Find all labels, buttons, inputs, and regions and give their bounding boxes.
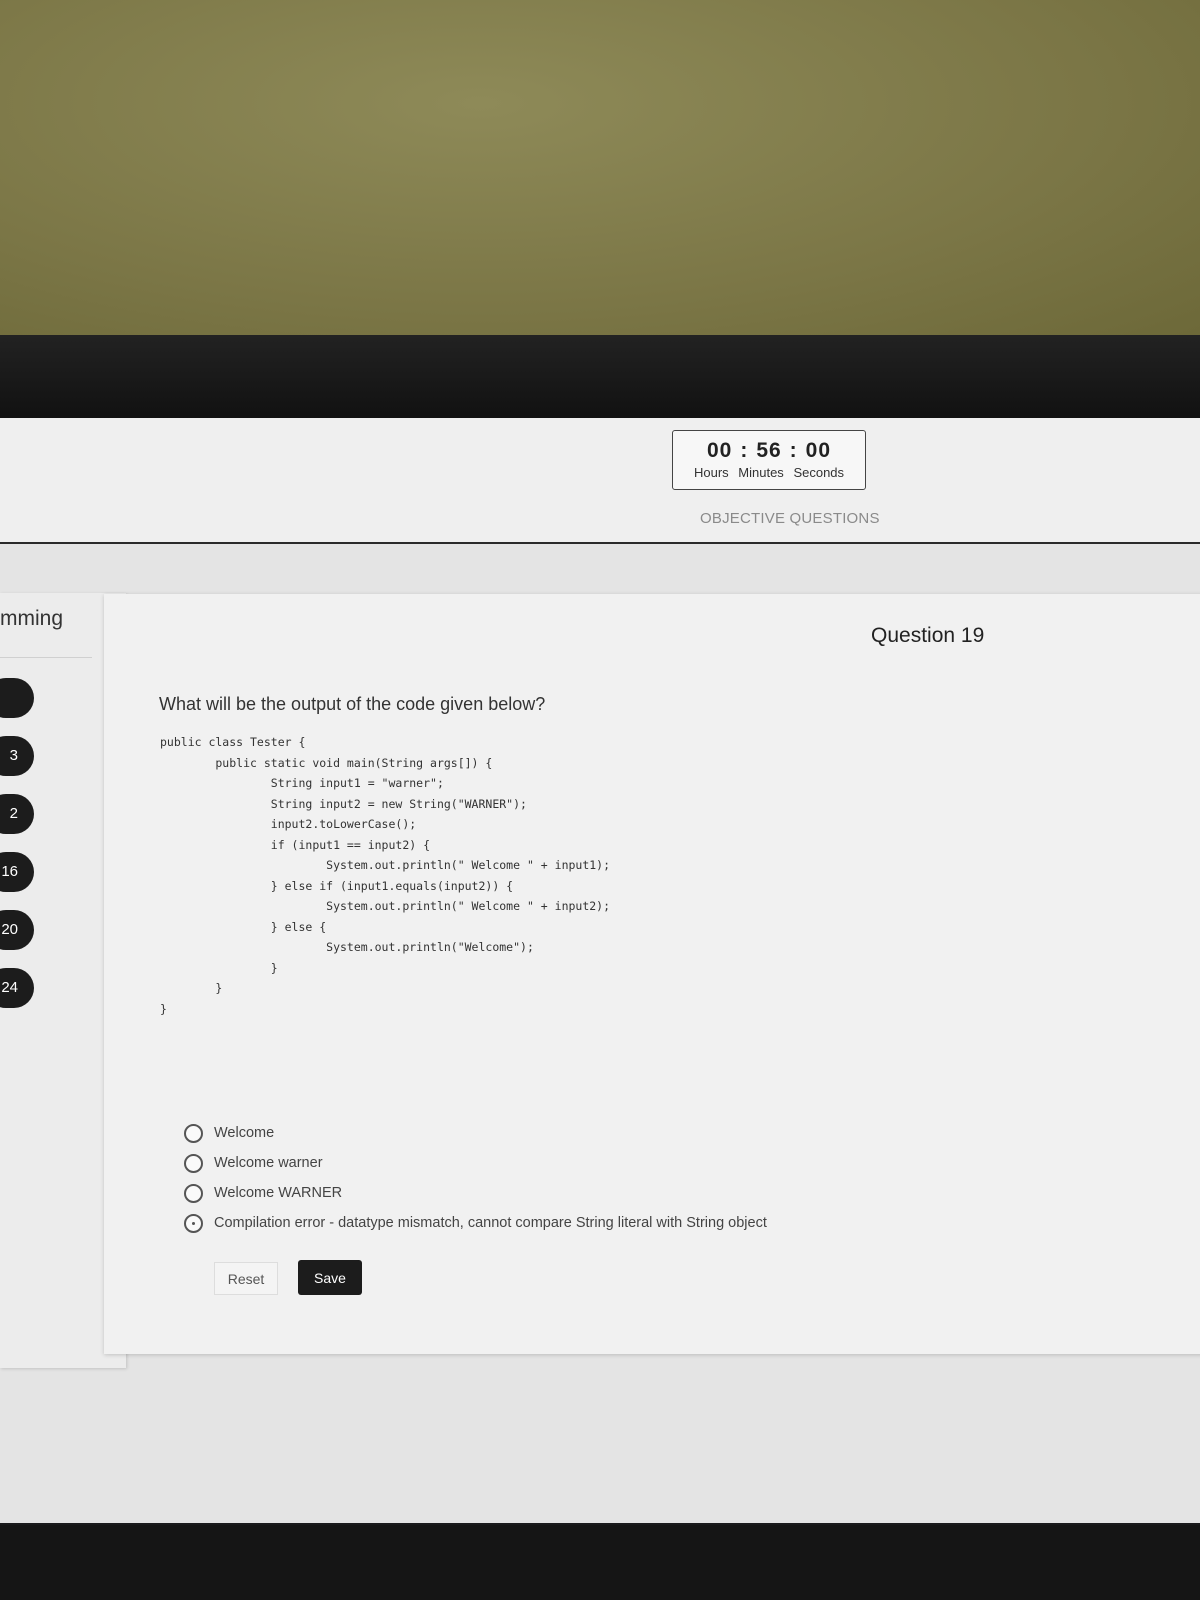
radio-button[interactable] <box>184 1123 203 1143</box>
timer-seconds: 00 <box>805 439 832 462</box>
answer-option[interactable]: Welcome warner <box>184 1148 767 1178</box>
countdown-timer: 00:56:00 Hours Minutes Seconds <box>672 430 866 490</box>
timer-separator: : <box>740 439 749 462</box>
background-wall <box>0 0 1200 345</box>
question-nav-item[interactable]: 20 <box>0 910 34 950</box>
question-nav-item[interactable]: 3 <box>0 736 34 776</box>
section-label: OBJECTIVE QUESTIONS <box>700 510 880 527</box>
question-nav-item[interactable]: 16 <box>0 852 34 892</box>
question-number: Question 19 <box>871 624 985 647</box>
answer-option-label: Compilation error - datatype mismatch, c… <box>214 1215 767 1231</box>
question-nav-item[interactable]: 24 <box>0 968 34 1008</box>
timer-labels: Hours Minutes Seconds <box>673 465 865 480</box>
question-panel: Question 19 What will be the output of t… <box>104 594 1200 1354</box>
answer-option[interactable]: Compilation error - datatype mismatch, c… <box>184 1208 767 1238</box>
code-snippet: public class Tester { public static void… <box>160 735 611 1016</box>
answer-option[interactable]: Welcome WARNER <box>184 1178 767 1208</box>
reset-button[interactable]: Reset <box>214 1262 278 1295</box>
sidebar-divider <box>0 657 92 658</box>
screen: 00:56:00 Hours Minutes Seconds OBJECTIVE… <box>0 418 1200 1523</box>
answer-option-label: Welcome warner <box>214 1155 323 1171</box>
question-nav-item[interactable] <box>0 678 34 718</box>
timer-seconds-label: Seconds <box>793 465 845 480</box>
timer-hours: 00 <box>706 439 733 462</box>
timer-minutes: 56 <box>756 439 782 462</box>
sidebar-title: mming <box>0 607 64 630</box>
answer-option-label: Welcome WARNER <box>214 1185 343 1201</box>
timer-hours-label: Hours <box>693 465 729 480</box>
answer-option[interactable]: Welcome <box>184 1118 767 1148</box>
radio-button[interactable] <box>184 1183 203 1203</box>
timer-minutes-label: Minutes <box>738 465 784 480</box>
question-nav-item[interactable]: 2 <box>0 794 34 834</box>
monitor-bezel-bottom <box>0 1525 1200 1600</box>
answer-option-label: Welcome <box>214 1125 275 1141</box>
timer-digits: 00:56:00 <box>673 439 865 463</box>
radio-button[interactable] <box>184 1153 203 1173</box>
exam-header: 00:56:00 Hours Minutes Seconds OBJECTIVE… <box>0 418 1200 544</box>
question-text: What will be the output of the code give… <box>159 694 546 714</box>
radio-button[interactable] <box>184 1213 203 1233</box>
answer-options: Welcome Welcome warner Welcome WARNER Co… <box>184 1118 767 1238</box>
save-button[interactable]: Save <box>298 1260 362 1295</box>
timer-separator: : <box>789 439 798 462</box>
monitor-bezel-top <box>0 335 1200 420</box>
